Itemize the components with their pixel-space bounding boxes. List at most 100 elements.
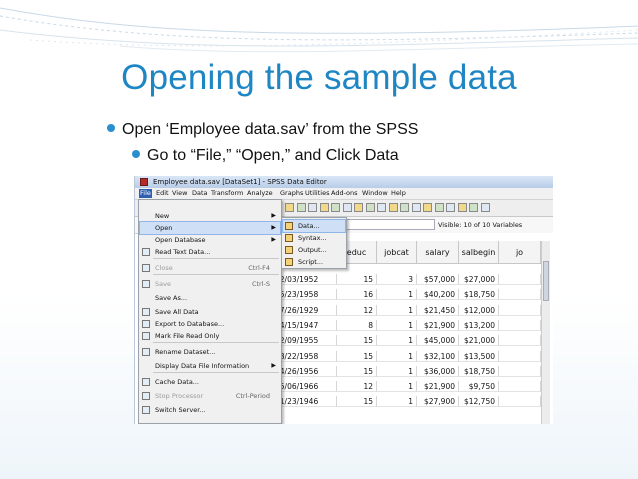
file-menu-item-read-text-data[interactable]: Read Text Data... bbox=[140, 246, 280, 258]
table-cell-salary[interactable]: $45,000 bbox=[417, 335, 459, 347]
file-menu-item-switch-server[interactable]: Switch Server... bbox=[140, 404, 280, 416]
table-cell-jo[interactable] bbox=[499, 365, 541, 377]
table-cell-jobcat[interactable]: 1 bbox=[377, 319, 417, 331]
menu-view[interactable]: View bbox=[172, 189, 187, 198]
table-cell-salary[interactable]: $27,900 bbox=[417, 396, 459, 408]
table-cell-salbegin[interactable]: $12,000 bbox=[459, 304, 499, 316]
column-header-jo[interactable]: jo bbox=[499, 241, 541, 264]
table-cell-jobcat[interactable]: 1 bbox=[377, 304, 417, 316]
insert-cases-icon[interactable] bbox=[388, 203, 398, 212]
table-cell-educ[interactable]: 15 bbox=[337, 396, 377, 408]
table-cell-bdate[interactable]: 05/23/1958 bbox=[273, 289, 337, 301]
undo-icon[interactable] bbox=[331, 203, 340, 212]
table-cell-bdate[interactable]: 04/26/1956 bbox=[273, 365, 337, 377]
table-cell-jo[interactable] bbox=[499, 350, 541, 362]
menu-data[interactable]: Data bbox=[192, 189, 208, 198]
table-cell-jo[interactable] bbox=[499, 289, 541, 301]
menu-file[interactable]: File bbox=[139, 189, 152, 198]
goto-case-icon[interactable] bbox=[354, 203, 363, 212]
table-cell-salary[interactable]: $21,450 bbox=[417, 304, 459, 316]
table-cell-educ[interactable]: 16 bbox=[337, 289, 377, 301]
table-cell-bdate[interactable]: 05/06/1966 bbox=[273, 381, 337, 393]
table-cell-jobcat[interactable]: 1 bbox=[377, 289, 417, 301]
file-menu-item-display-data-file-information[interactable]: Display Data File Information ▶ bbox=[140, 360, 280, 372]
file-menu-item-stop-processor[interactable]: Stop Processor Ctrl-Period bbox=[140, 390, 280, 402]
table-cell-educ[interactable]: 15 bbox=[337, 274, 377, 285]
table-cell-bdate[interactable]: 04/15/1947 bbox=[273, 319, 337, 331]
table-cell-bdate[interactable]: 02/09/1955 bbox=[273, 335, 337, 347]
file-menu-item-cache-data[interactable]: Cache Data... bbox=[140, 376, 280, 388]
table-cell-jobcat[interactable]: 1 bbox=[377, 335, 417, 347]
table-cell-salary[interactable]: $21,900 bbox=[417, 319, 459, 331]
spelling-icon[interactable] bbox=[480, 203, 490, 212]
file-menu-item-open[interactable]: Open ▶ bbox=[139, 221, 281, 235]
insert-variable-icon[interactable] bbox=[400, 203, 409, 212]
table-cell-bdate[interactable]: 08/22/1958 bbox=[273, 350, 337, 362]
save-icon[interactable] bbox=[296, 203, 306, 212]
table-cell-salbegin[interactable]: $18,750 bbox=[459, 365, 499, 377]
table-cell-educ[interactable]: 12 bbox=[337, 381, 377, 393]
file-menu-item-close[interactable]: Close Ctrl-F4 bbox=[140, 262, 280, 274]
file-menu-item-export-to-database[interactable]: Export to Database... bbox=[140, 318, 280, 330]
table-cell-jo[interactable] bbox=[499, 319, 541, 331]
file-menu-item-new[interactable]: New ▶ bbox=[140, 210, 280, 222]
column-header-jobcat[interactable]: jobcat bbox=[377, 241, 417, 264]
table-cell-jo[interactable] bbox=[499, 396, 541, 408]
table-cell-salbegin[interactable]: $12,750 bbox=[459, 396, 499, 408]
column-header-salary[interactable]: salary bbox=[417, 241, 459, 264]
table-cell-salbegin[interactable]: $9,750 bbox=[459, 381, 499, 393]
file-menu-item-save-all-data[interactable]: Save All Data bbox=[140, 306, 280, 318]
menu-analyze[interactable]: Analyze bbox=[247, 189, 273, 198]
table-cell-salary[interactable]: $36,000 bbox=[417, 365, 459, 377]
show-all-icon[interactable] bbox=[469, 203, 478, 212]
table-cell-salbegin[interactable]: $13,200 bbox=[459, 319, 499, 331]
table-cell-salary[interactable]: $57,000 bbox=[417, 274, 459, 285]
table-cell-salary[interactable]: $40,200 bbox=[417, 289, 459, 301]
menu-help[interactable]: Help bbox=[391, 189, 406, 198]
table-cell-jobcat[interactable]: 1 bbox=[377, 396, 417, 408]
vertical-scrollbar[interactable] bbox=[541, 241, 550, 424]
table-cell-educ[interactable]: 12 bbox=[337, 304, 377, 316]
dialog-recall-icon[interactable] bbox=[319, 203, 329, 212]
weight-cases-icon[interactable] bbox=[423, 203, 432, 212]
table-cell-educ[interactable]: 15 bbox=[337, 350, 377, 362]
select-cases-icon[interactable] bbox=[434, 203, 444, 212]
table-cell-jobcat[interactable]: 1 bbox=[377, 350, 417, 362]
file-menu-item-save-as[interactable]: Save As... bbox=[140, 292, 280, 304]
table-cell-educ[interactable]: 15 bbox=[337, 365, 377, 377]
open-submenu-item-data[interactable]: Data... bbox=[282, 219, 346, 233]
table-cell-salbegin[interactable]: $27,000 bbox=[459, 274, 499, 285]
column-header-salbegin[interactable]: salbegin bbox=[459, 241, 499, 264]
table-cell-jo[interactable] bbox=[499, 335, 541, 347]
table-cell-educ[interactable]: 15 bbox=[337, 335, 377, 347]
menu-utilities[interactable]: Utilities bbox=[305, 189, 329, 198]
file-menu-item-mark-file-read-only[interactable]: Mark File Read Only bbox=[140, 330, 280, 342]
cell-value-box[interactable] bbox=[341, 219, 435, 230]
open-submenu-item-script[interactable]: Script... bbox=[283, 256, 345, 268]
menu-edit[interactable]: Edit bbox=[156, 189, 169, 198]
file-menu-item-open-database[interactable]: Open Database ▶ bbox=[140, 234, 280, 246]
table-cell-bdate[interactable]: 07/26/1929 bbox=[273, 304, 337, 316]
scrollbar-thumb[interactable] bbox=[543, 261, 549, 301]
table-cell-bdate[interactable]: 02/03/1952 bbox=[273, 274, 337, 285]
menu-window[interactable]: Window bbox=[362, 189, 388, 198]
split-file-icon[interactable] bbox=[411, 203, 421, 212]
variables-icon[interactable] bbox=[365, 203, 375, 212]
table-cell-bdate[interactable]: 01/23/1946 bbox=[273, 396, 337, 408]
use-sets-icon[interactable] bbox=[457, 203, 467, 212]
table-cell-salary[interactable]: $32,100 bbox=[417, 350, 459, 362]
redo-icon[interactable] bbox=[342, 203, 352, 212]
file-menu-item-rename-dataset[interactable]: Rename Dataset... bbox=[140, 346, 280, 358]
open-submenu-item-output[interactable]: Output... bbox=[283, 244, 345, 256]
menu-graphs[interactable]: Graphs bbox=[280, 189, 303, 198]
table-cell-jobcat[interactable]: 1 bbox=[377, 365, 417, 377]
table-cell-jo[interactable] bbox=[499, 304, 541, 316]
table-cell-salbegin[interactable]: $13,500 bbox=[459, 350, 499, 362]
menu-add-ons[interactable]: Add-ons bbox=[331, 189, 358, 198]
print-icon[interactable] bbox=[308, 203, 317, 212]
value-labels-icon[interactable] bbox=[446, 203, 455, 212]
open-submenu-item-syntax[interactable]: Syntax... bbox=[283, 232, 345, 244]
file-menu-item-save[interactable]: Save Ctrl-S bbox=[140, 278, 280, 290]
find-icon[interactable] bbox=[377, 203, 386, 212]
table-cell-salary[interactable]: $21,900 bbox=[417, 381, 459, 393]
